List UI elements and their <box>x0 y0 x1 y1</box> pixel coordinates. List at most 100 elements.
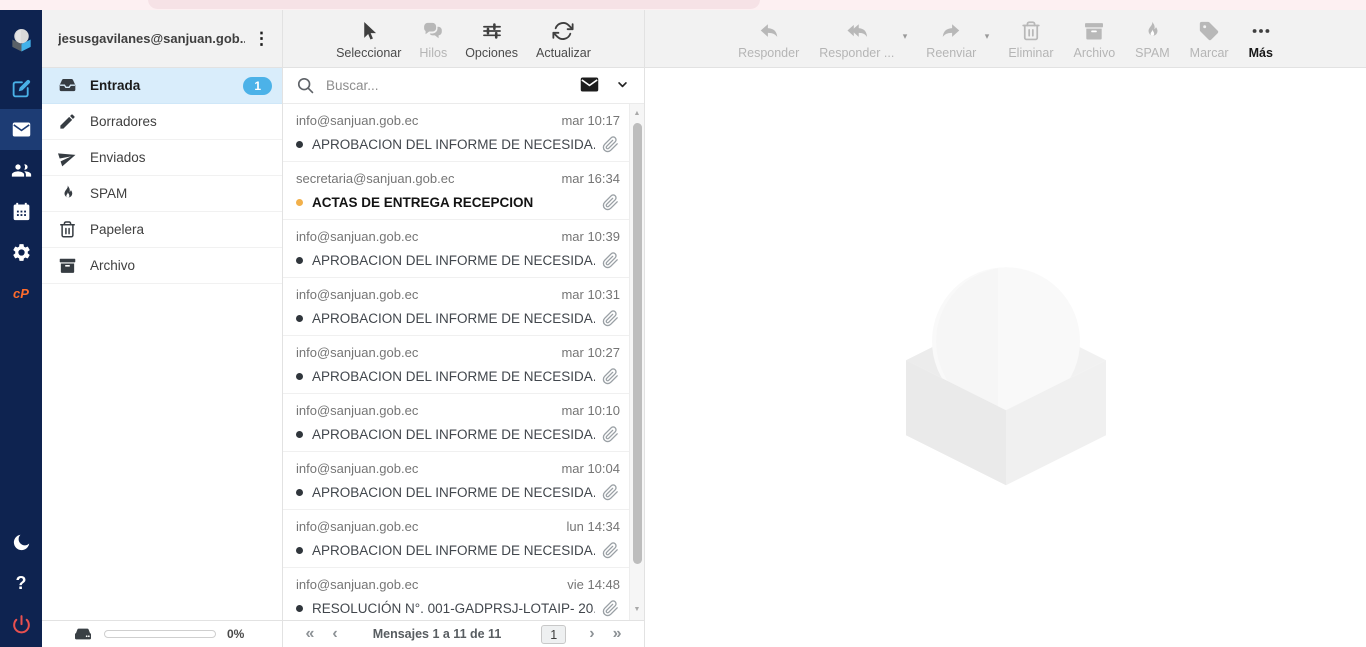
message-row[interactable]: info@sanjuan.gob.ec vie 14:48 RESOLUCIÓN… <box>283 568 629 620</box>
account-header: jesusgavilanes@sanjuan.gob.... ⋮ <box>42 10 282 68</box>
message-subject: APROBACION DEL INFORME DE NECESIDA... <box>312 425 595 444</box>
scrollbar-down-arrow[interactable]: ▼ <box>630 603 644 617</box>
content-column: ▾ Responder ▾ Responder ... ▾ Reenviar ▾… <box>645 10 1366 647</box>
threads-button[interactable]: ▾ Hilos <box>411 15 455 62</box>
archive-button[interactable]: ▾ Archivo <box>1065 15 1123 62</box>
message-row[interactable]: info@sanjuan.gob.ec mar 10:39 APROBACION… <box>283 220 629 278</box>
mark-button[interactable]: ▾ Marcar <box>1182 15 1237 62</box>
last-page-button[interactable]: » <box>604 626 631 642</box>
attachment-paperclip-icon <box>602 310 620 328</box>
mail-icon <box>11 119 32 140</box>
message-sender: info@sanjuan.gob.ec <box>296 460 418 477</box>
search-scope-mail-icon[interactable] <box>577 72 602 100</box>
scrollbar-thumb[interactable] <box>633 123 642 564</box>
message-status-dot <box>296 489 303 496</box>
reply-all-button[interactable]: ▾ Responder ... <box>811 15 902 62</box>
sidebar-item-calendar[interactable] <box>0 191 42 232</box>
message-row[interactable]: info@sanjuan.gob.ec mar 10:27 APROBACION… <box>283 336 629 394</box>
message-date: mar 16:34 <box>561 170 620 187</box>
message-row[interactable]: info@sanjuan.gob.ec mar 10:31 APROBACION… <box>283 278 629 336</box>
message-status-dot <box>296 315 303 322</box>
sliders-icon <box>481 19 503 43</box>
search-input[interactable] <box>324 77 568 94</box>
inbox-icon <box>58 76 77 95</box>
reply-button[interactable]: ▾ Responder <box>730 15 807 62</box>
quota-bar: 0% <box>42 620 282 647</box>
message-date: mar 10:17 <box>561 112 620 129</box>
attachment-paperclip-icon <box>602 368 620 386</box>
message-row[interactable]: info@sanjuan.gob.ec mar 10:04 APROBACION… <box>283 452 629 510</box>
roundcube-watermark <box>898 245 1114 485</box>
sidebar-item-help[interactable]: ? <box>0 563 42 604</box>
message-subject: APROBACION DEL INFORME DE NECESIDA... <box>312 135 595 154</box>
options-button[interactable]: ▾ Opciones <box>457 15 526 62</box>
folder-item-archive[interactable]: Archivo <box>42 248 282 284</box>
search-bar <box>283 68 644 104</box>
quota-percent: 0% <box>227 627 244 641</box>
forward-button[interactable]: ▾ Reenviar <box>918 15 984 62</box>
archive-icon <box>1083 19 1105 43</box>
select-button[interactable]: ▾ Seleccionar <box>328 15 409 62</box>
folder-item-inbox[interactable]: Entrada 1 <box>42 68 282 104</box>
message-date: mar 10:10 <box>561 402 620 419</box>
folders-column: jesusgavilanes@sanjuan.gob.... ⋮ Entrada… <box>42 10 283 647</box>
attachment-paperclip-icon <box>602 542 620 560</box>
message-sender: info@sanjuan.gob.ec <box>296 112 418 129</box>
compose-icon <box>11 78 32 99</box>
more-icon <box>1250 19 1272 43</box>
message-status-dot <box>296 141 303 148</box>
current-page-box[interactable]: 1 <box>541 625 566 644</box>
message-row[interactable]: info@sanjuan.gob.ec mar 10:10 APROBACION… <box>283 394 629 452</box>
sidebar-item-dark-mode[interactable] <box>0 522 42 563</box>
more-button[interactable]: ▾ Más <box>1241 15 1281 62</box>
scrollbar-up-arrow[interactable]: ▲ <box>630 107 644 121</box>
sidebar-item-compose[interactable] <box>0 68 42 109</box>
unread-count-badge: 1 <box>243 77 272 95</box>
refresh-button[interactable]: ▾ Actualizar <box>528 15 599 62</box>
message-sender: info@sanjuan.gob.ec <box>296 576 418 593</box>
sidebar-item-settings[interactable] <box>0 232 42 273</box>
account-email: jesusgavilanes@sanjuan.gob.... <box>58 31 245 46</box>
folder-item-junk[interactable]: SPAM <box>42 176 282 212</box>
attachment-paperclip-icon <box>602 136 620 154</box>
next-page-button[interactable]: › <box>580 626 603 642</box>
attachment-paperclip-icon <box>602 484 620 502</box>
list-scrollbar[interactable]: ▲ ▼ <box>629 104 644 620</box>
folder-list: Entrada 1 Borradores Enviados SPAM Papel… <box>42 68 282 620</box>
message-status-dot <box>296 373 303 380</box>
message-status-dot <box>296 199 303 206</box>
reply-icon <box>758 19 780 43</box>
first-page-button[interactable]: « <box>296 626 323 642</box>
message-date: mar 10:39 <box>561 228 620 245</box>
roundcube-logo[interactable] <box>0 10 42 68</box>
message-status-dot <box>296 547 303 554</box>
chats-icon <box>422 19 444 43</box>
message-row[interactable]: info@sanjuan.gob.ec mar 10:17 APROBACION… <box>283 104 629 162</box>
message-row[interactable]: info@sanjuan.gob.ec lun 14:34 APROBACION… <box>283 510 629 568</box>
account-menu-button[interactable]: ⋮ <box>245 30 278 47</box>
folder-item-drafts[interactable]: Borradores <box>42 104 282 140</box>
message-subject: APROBACION DEL INFORME DE NECESIDA... <box>312 251 595 270</box>
delete-button[interactable]: ▾ Eliminar <box>1000 15 1061 62</box>
sidebar-item-cpanel[interactable]: cP <box>0 273 42 314</box>
dropdown-caret-icon[interactable]: ▾ <box>985 31 990 42</box>
message-status-dot <box>296 431 303 438</box>
folder-item-sent[interactable]: Enviados <box>42 140 282 176</box>
sidebar-item-contacts[interactable] <box>0 150 42 191</box>
message-status-dot <box>296 257 303 264</box>
message-sender: info@sanjuan.gob.ec <box>296 286 418 303</box>
prev-page-button[interactable]: ‹ <box>323 626 346 642</box>
message-sender: info@sanjuan.gob.ec <box>296 228 418 245</box>
flame-icon <box>58 184 77 203</box>
sidebar-item-mail[interactable] <box>0 109 42 150</box>
search-options-chevron-icon[interactable] <box>611 75 634 97</box>
message-date: mar 10:27 <box>561 344 620 361</box>
dropdown-caret-icon[interactable]: ▾ <box>903 31 908 42</box>
message-row[interactable]: secretaria@sanjuan.gob.ec mar 16:34 ACTA… <box>283 162 629 220</box>
message-list-wrap: info@sanjuan.gob.ec mar 10:17 APROBACION… <box>283 104 644 620</box>
folder-item-trash[interactable]: Papelera <box>42 212 282 248</box>
search-icon <box>296 76 315 95</box>
junk-button[interactable]: ▾ SPAM <box>1127 15 1178 62</box>
sidebar-item-logout[interactable] <box>0 604 42 645</box>
message-sender: info@sanjuan.gob.ec <box>296 344 418 361</box>
